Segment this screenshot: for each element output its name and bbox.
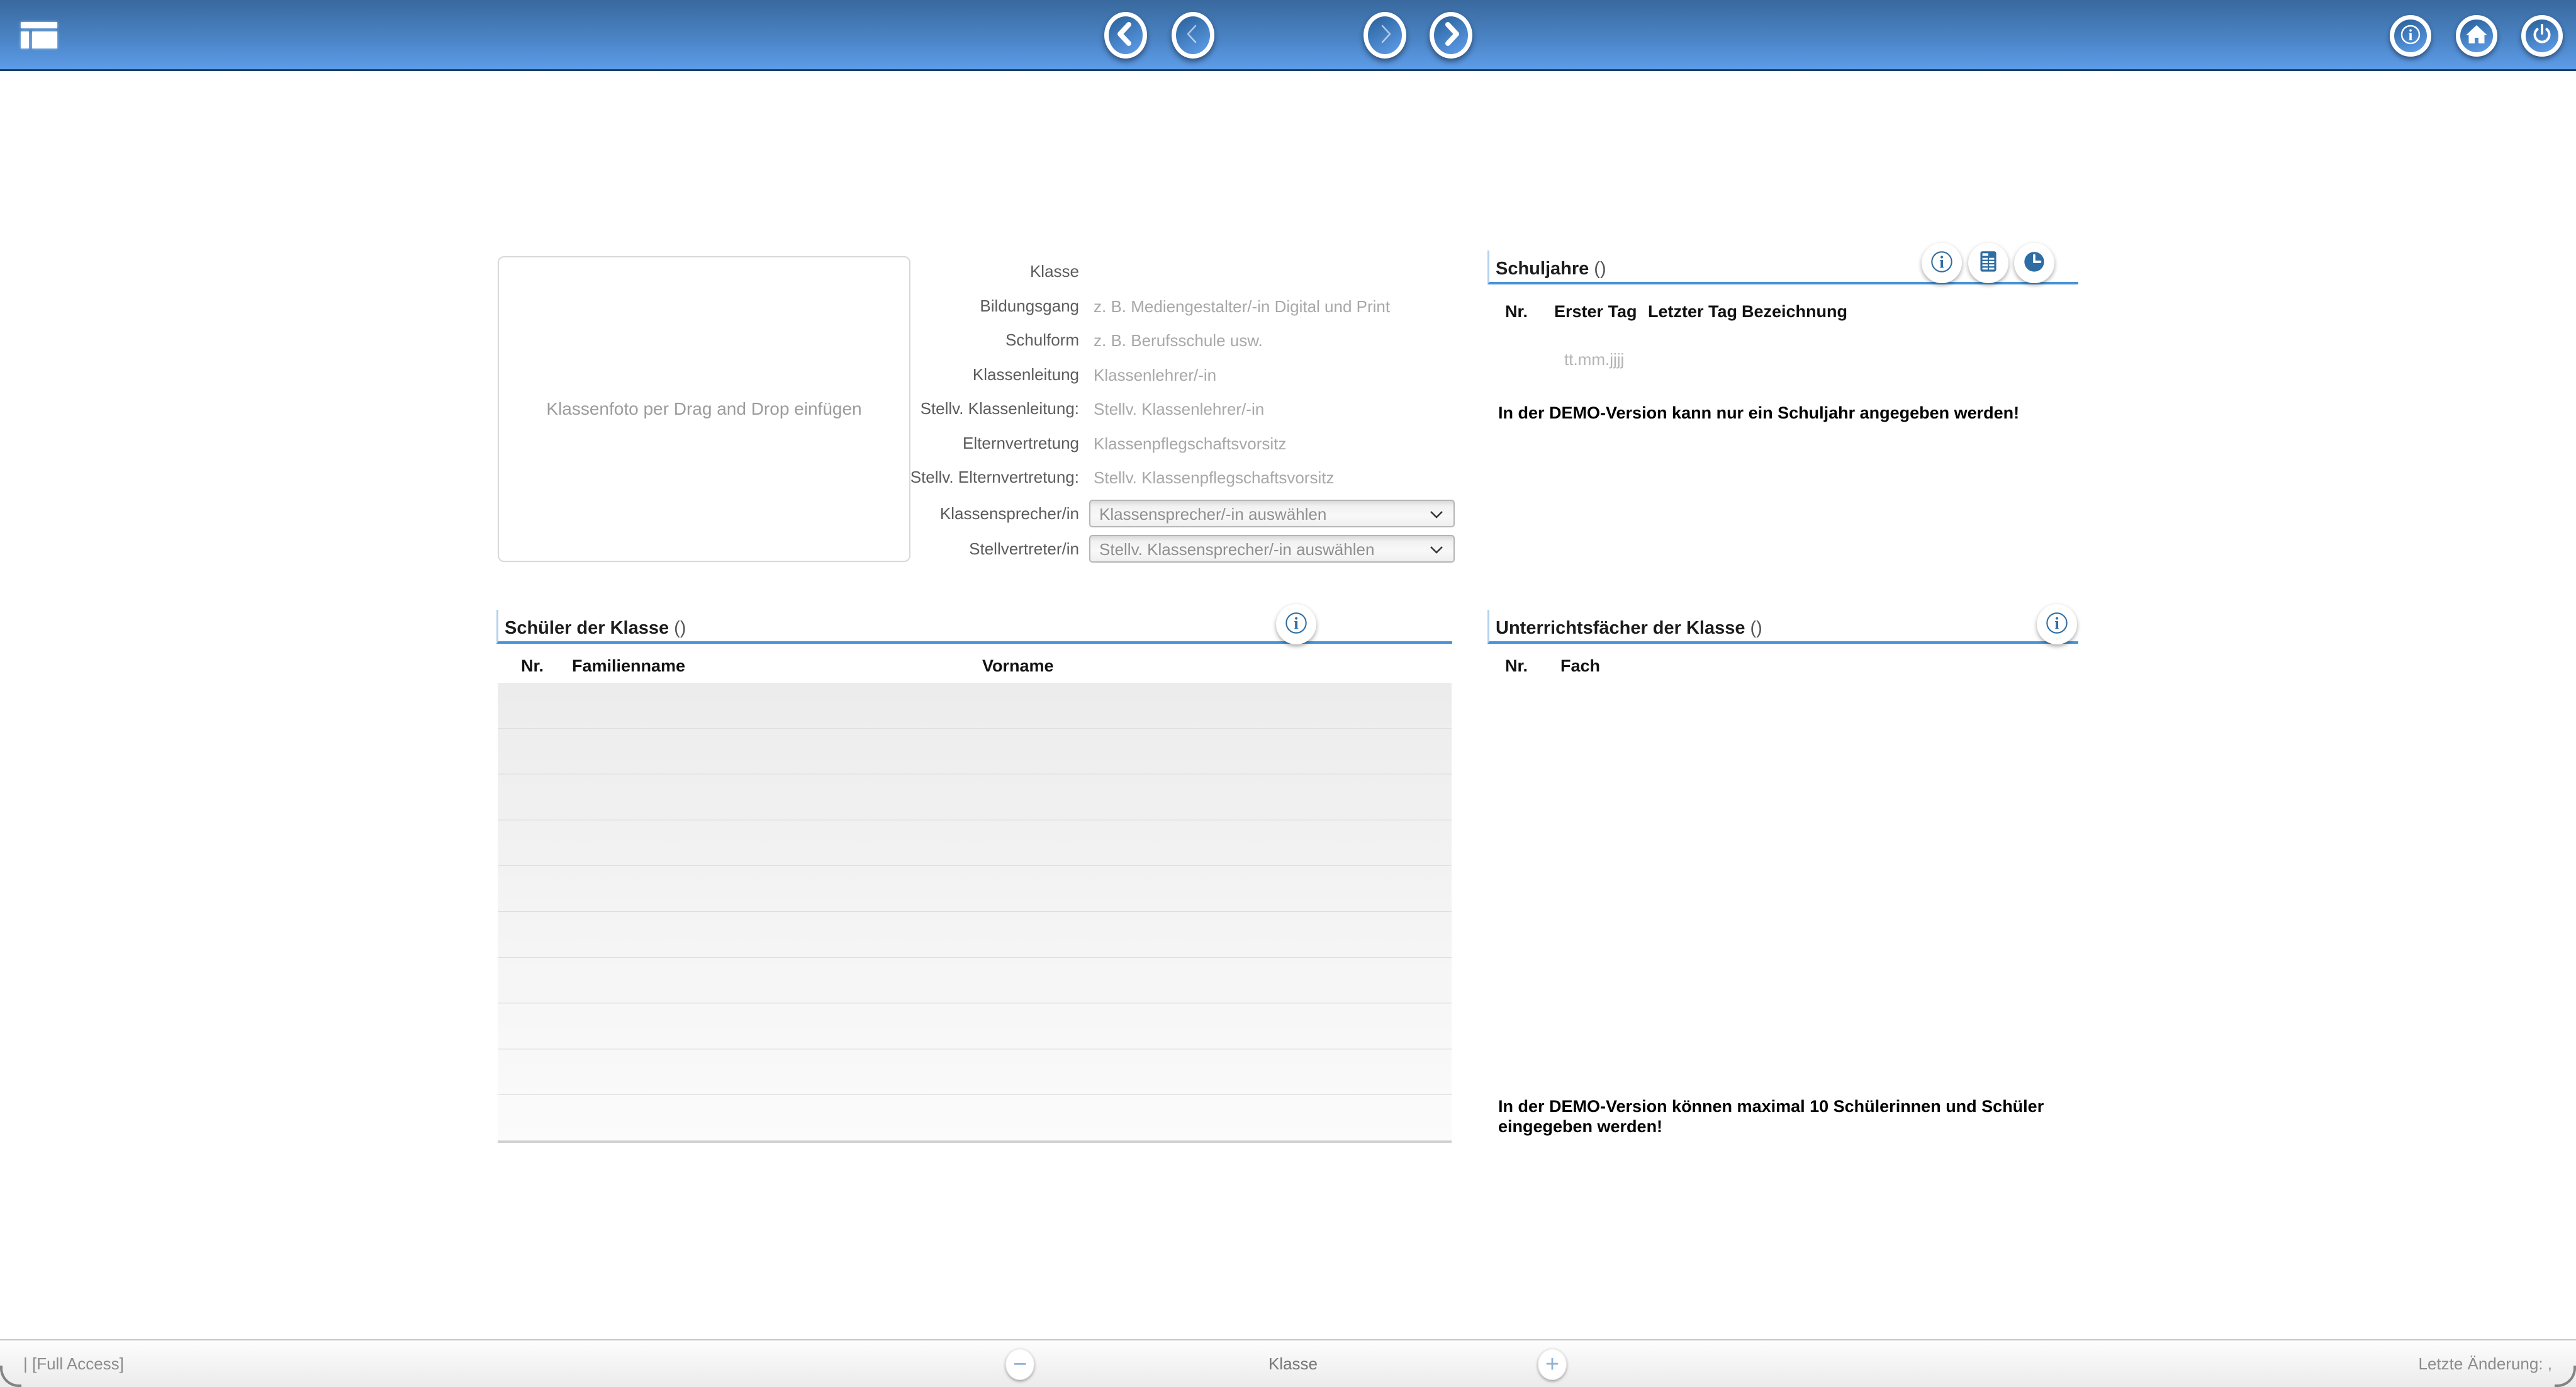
nav-previous-record-button[interactable] — [1172, 12, 1214, 59]
schueler-info-button[interactable]: i — [1276, 604, 1316, 644]
power-button[interactable] — [2521, 15, 2563, 57]
layout-grid-icon[interactable] — [21, 22, 57, 48]
svg-text:i: i — [1939, 252, 1944, 271]
schuljahre-col-nr: Nr. — [1505, 302, 1528, 322]
nav-next-record-button[interactable] — [1364, 12, 1406, 59]
stellvertreter-select-value: Stellv. Klassensprecher/-in auswählen — [1099, 540, 1374, 559]
last-change-label: Letzte Änderung: , — [2419, 1340, 2552, 1387]
schuljahre-col-erster-tag: Erster Tag — [1554, 302, 1637, 322]
klassenleitung-input[interactable] — [1092, 361, 1447, 390]
faecher-col-nr: Nr. — [1505, 656, 1528, 676]
field-label-klassensprecher: Klassensprecher/in — [692, 500, 1079, 527]
layout-grid-icon-part — [32, 31, 57, 48]
faecher-col-fach: Fach — [1560, 656, 1600, 676]
info-icon: i — [1282, 609, 1311, 641]
faecher-panel-header: Unterrichtsfächer der Klasse () — [1487, 610, 2078, 644]
info-icon: i — [1927, 247, 1956, 279]
schuljahre-info-button[interactable]: i — [1922, 243, 1962, 283]
remove-record-button[interactable]: − — [1005, 1349, 1034, 1380]
schuljahre-title-suffix: () — [1594, 259, 1606, 279]
power-icon — [2528, 21, 2556, 52]
access-status-label: | [Full Access] — [23, 1340, 124, 1387]
info-icon: i — [2042, 609, 2071, 641]
schuljahre-title: Schuljahre — [1489, 259, 1589, 279]
nav-last-record-button[interactable] — [1430, 12, 1472, 59]
schueler-col-familienname: Familienname — [572, 656, 685, 676]
field-label-stellvertreter: Stellvertreter/in — [692, 535, 1079, 563]
chevron-right-bold-icon — [1437, 19, 1465, 52]
faecher-demo-note: In der DEMO-Version können maximal 10 Sc… — [1498, 1096, 2044, 1137]
table-list-icon — [1974, 247, 2003, 279]
field-label-klassenleitung: Klassenleitung — [692, 361, 1079, 388]
svg-text:i: i — [2409, 27, 2413, 44]
home-icon — [2463, 21, 2490, 52]
field-label-bildungsgang: Bildungsgang — [692, 292, 1079, 320]
stellvertreter-select[interactable]: Stellv. Klassensprecher/-in auswählen — [1089, 535, 1455, 563]
nav-first-record-button[interactable] — [1104, 12, 1147, 59]
field-label-stellv-klassenleitung: Stellv. Klassenleitung: — [692, 395, 1079, 422]
schulform-input[interactable] — [1092, 326, 1447, 355]
field-label-stellv-elternvertretung: Stellv. Elternvertretung: — [692, 463, 1079, 491]
layout-grid-icon-part — [21, 22, 57, 28]
chevron-down-icon — [1430, 546, 1443, 554]
schuljahre-clock-button[interactable] — [2014, 243, 2054, 283]
field-label-klasse: Klasse — [692, 257, 1079, 285]
faecher-demo-note-line1: In der DEMO-Version können maximal 10 Sc… — [1498, 1096, 2044, 1116]
record-type-label: Klasse — [1199, 1340, 1387, 1387]
field-label-schulform: Schulform — [692, 326, 1079, 354]
chevron-right-thin-icon — [1371, 19, 1399, 52]
toolbar: i — [0, 0, 2576, 71]
erster-tag-date-field[interactable]: tt.mm.jjjj — [1564, 350, 1624, 369]
field-label-elternvertretung: Elternvertretung — [692, 429, 1079, 457]
schueler-col-nr: Nr. — [521, 656, 544, 676]
schuljahre-table-button[interactable] — [1968, 243, 2008, 283]
chevron-left-thin-icon — [1179, 19, 1207, 52]
svg-text:i: i — [1294, 614, 1299, 632]
faecher-demo-note-line2: eingegeben werden! — [1498, 1116, 2044, 1137]
student-list[interactable] — [498, 683, 1452, 1143]
home-button[interactable] — [2456, 15, 2497, 57]
chevron-left-bold-icon — [1112, 19, 1140, 52]
svg-text:i: i — [2054, 614, 2059, 632]
status-toolbar: | [Full Access] − Klasse + Letzte Änderu… — [0, 1339, 2576, 1387]
schueler-col-vorname: Vorname — [982, 656, 1054, 676]
stellv-elternvertretung-input[interactable] — [1092, 463, 1447, 492]
elternvertretung-input[interactable] — [1092, 429, 1447, 458]
clock-icon — [2020, 247, 2049, 279]
add-record-button[interactable]: + — [1538, 1349, 1567, 1380]
klassensprecher-select[interactable]: Klassensprecher/-in auswählen — [1089, 500, 1455, 527]
stellv-klassenleitung-input[interactable] — [1092, 395, 1447, 424]
chevron-down-icon — [1430, 510, 1443, 519]
klasse-input[interactable] — [1092, 257, 1447, 286]
faecher-title: Unterrichtsfächer der Klasse — [1489, 618, 1745, 639]
info-button[interactable]: i — [2390, 15, 2431, 57]
klassensprecher-select-value: Klassensprecher/-in auswählen — [1099, 505, 1326, 524]
info-icon: i — [2397, 21, 2424, 52]
schueler-title-suffix: () — [674, 618, 686, 639]
schueler-title: Schüler der Klasse — [498, 618, 669, 639]
schuljahre-demo-note: In der DEMO-Version kann nur ein Schulja… — [1498, 403, 2019, 423]
layout-grid-icon-part — [21, 31, 29, 48]
bildungsgang-input[interactable] — [1092, 292, 1447, 321]
faecher-title-suffix: () — [1750, 618, 1762, 639]
schuljahre-col-letzter-tag: Letzter Tag — [1648, 302, 1737, 322]
schuljahre-col-bezeichnung: Bezeichnung — [1742, 302, 1847, 322]
app-window: i Klassenfoto per Drag and Drop einfügen — [0, 0, 2576, 1387]
faecher-info-button[interactable]: i — [2037, 604, 2077, 644]
